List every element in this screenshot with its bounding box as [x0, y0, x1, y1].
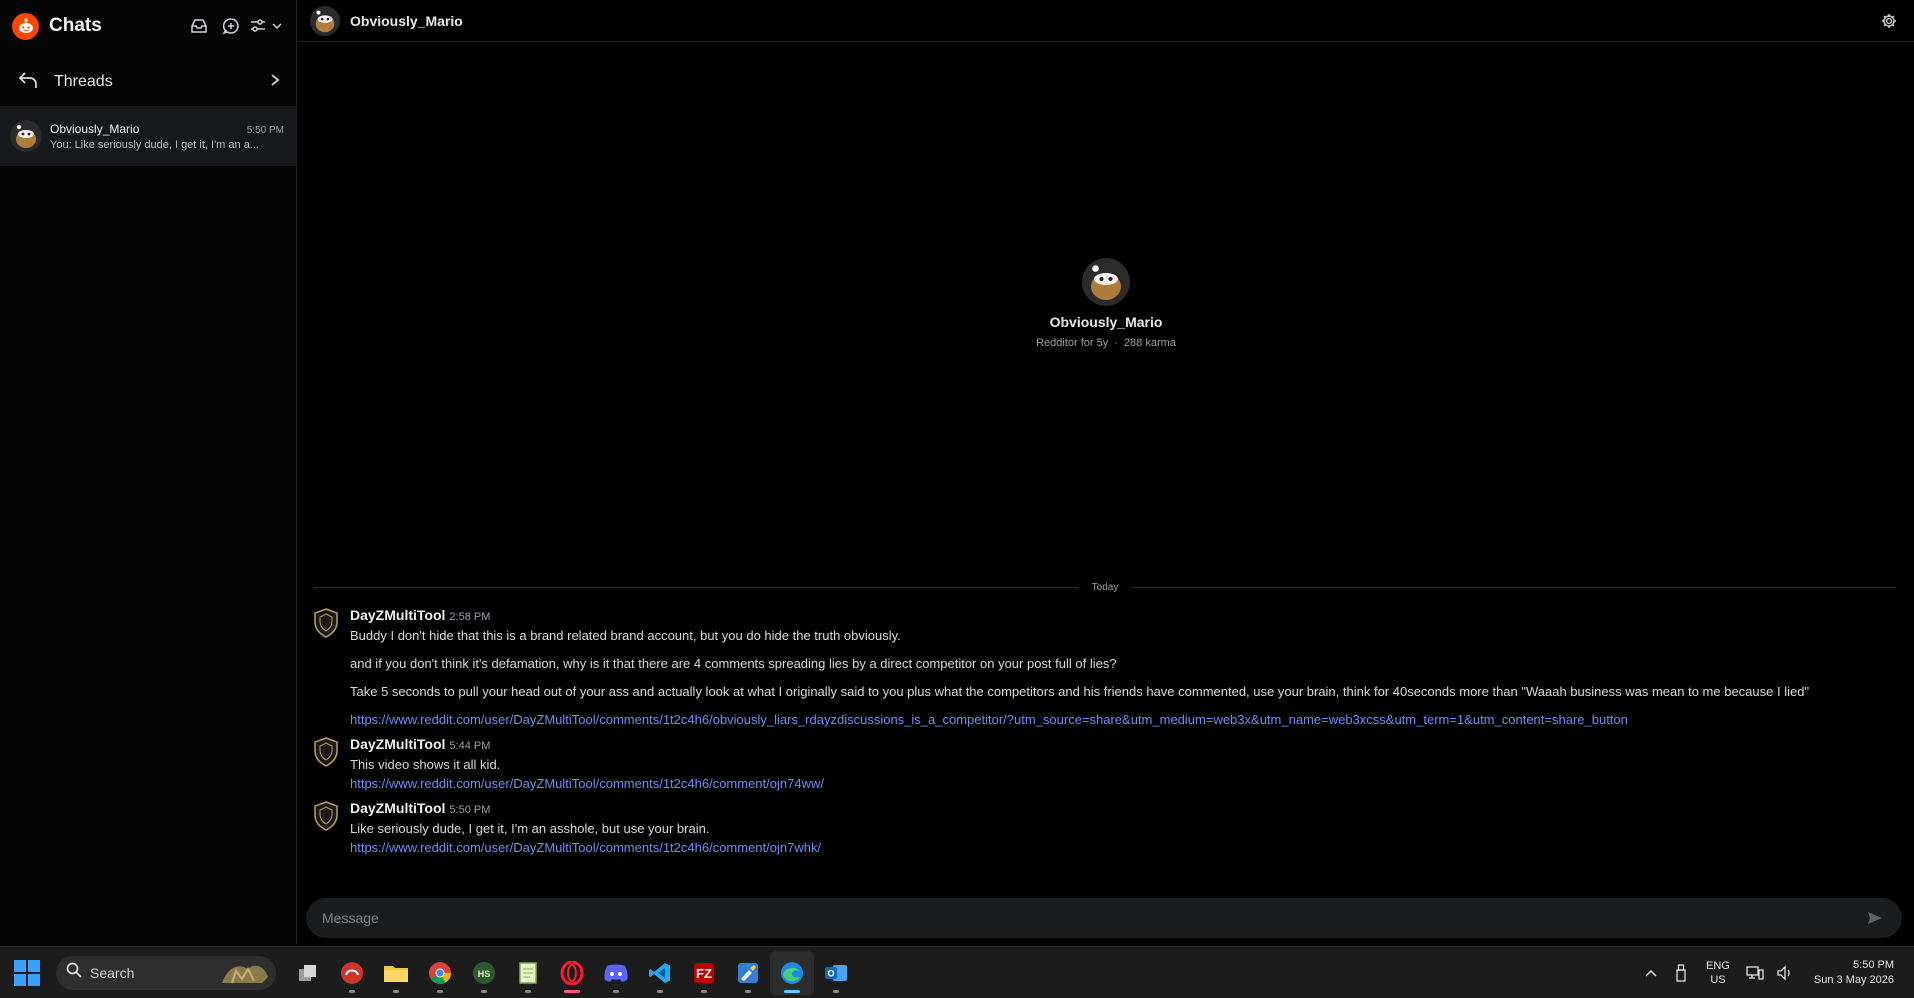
message-author[interactable]: DayZMultiTool	[350, 607, 445, 623]
message-time: 5:44 PM	[449, 740, 491, 752]
search-highlight-icon	[218, 959, 270, 987]
message-list: DayZMultiTool 2:58 PM Buddy I don't hide …	[312, 606, 1902, 863]
message-time: 5:50 PM	[449, 804, 491, 816]
date-divider: Today	[314, 578, 1896, 596]
system-tray: ENG US 5:50 PM Sun 3 May 2026	[1636, 947, 1914, 998]
chat-name: Obviously_Mario	[50, 121, 140, 136]
chevron-down-icon[interactable]	[270, 11, 284, 41]
teamspeak-icon[interactable]	[330, 951, 374, 995]
task-view-icon[interactable]	[286, 951, 330, 995]
start-button[interactable]	[14, 959, 40, 986]
avatar[interactable]	[310, 5, 340, 36]
usb-device-icon[interactable]	[1666, 958, 1696, 988]
message-text: Take 5 seconds to pull your head out of …	[350, 684, 1810, 699]
message-time: 2:58 PM	[449, 611, 491, 623]
region-code: US	[1710, 974, 1726, 986]
profile-info: Redditor for 5y · 288 karma	[298, 337, 1914, 349]
profile-karma: 288 karma	[1123, 337, 1176, 349]
svg-text:O: O	[827, 968, 834, 978]
svg-text:HS: HS	[478, 969, 491, 979]
message-text: Buddy I don't hide that this is a brand …	[350, 628, 901, 643]
svg-text:FZ: FZ	[696, 966, 712, 981]
chevron-up-icon[interactable]	[1636, 958, 1666, 988]
app-title: Chats	[49, 15, 102, 36]
profile-avatar[interactable]	[1082, 258, 1130, 306]
language-indicator[interactable]: ENG US	[1706, 959, 1730, 987]
chat-list-item[interactable]: Obviously_Mario 5:50 PM You: Like seriou…	[0, 106, 296, 166]
mark-read-icon[interactable]	[184, 11, 214, 41]
vscode-icon[interactable]	[638, 951, 682, 995]
date-divider-label: Today	[1091, 581, 1119, 593]
threads-nav[interactable]: Threads	[0, 58, 296, 106]
reddit-logo-icon[interactable]	[12, 12, 39, 40]
taskbar: Search HS FZ O ENG US 5:50 PM Sun 3 May …	[0, 946, 1914, 998]
message-author[interactable]: DayZMultiTool	[350, 736, 445, 752]
message-link[interactable]: https://www.reddit.com/user/DayZMultiToo…	[350, 838, 1902, 857]
chat-sidebar: Chats Threads Obviously_Mario 5:50 PM Yo…	[0, 0, 297, 944]
message-text: This video shows it all kid.	[350, 757, 501, 772]
sender-avatar[interactable]	[312, 608, 340, 638]
hs-app-icon[interactable]: HS	[462, 951, 506, 995]
sender-avatar[interactable]	[312, 801, 340, 831]
message-composer	[306, 898, 1902, 938]
clock-date: Sun 3 May 2026	[1813, 974, 1894, 986]
system-clock[interactable]: 5:50 PM Sun 3 May 2026	[1814, 958, 1894, 988]
back-arrow-icon[interactable]	[18, 71, 38, 94]
message: DayZMultiTool 5:50 PM Like seriously dude…	[312, 799, 1902, 857]
taskbar-search[interactable]: Search	[56, 955, 276, 990]
message-text: Like seriously dude, I get it, I'm an as…	[350, 821, 710, 836]
chevron-right-icon[interactable]	[270, 73, 280, 92]
message-author[interactable]: DayZMultiTool	[350, 800, 445, 816]
message-input[interactable]	[322, 910, 1864, 926]
sidebar-header: Chats	[0, 0, 296, 52]
send-icon[interactable]	[1864, 907, 1886, 929]
filezilla-icon[interactable]: FZ	[682, 951, 726, 995]
paint-icon[interactable]	[726, 951, 770, 995]
edge-icon[interactable]	[770, 950, 814, 995]
discord-icon[interactable]	[594, 951, 638, 995]
filter-icon[interactable]	[248, 11, 268, 41]
profile-name[interactable]: Obviously_Mario	[298, 314, 1914, 330]
chrome-icon[interactable]	[418, 951, 462, 995]
file-explorer-icon[interactable]	[374, 951, 418, 995]
chat-time: 5:50 PM	[246, 124, 284, 136]
search-icon	[66, 962, 82, 983]
network-icon[interactable]	[1740, 958, 1770, 988]
profile-age: Redditor for 5y	[1036, 337, 1109, 349]
clock-time: 5:50 PM	[1853, 959, 1894, 971]
search-label: Search	[90, 964, 135, 981]
profile-separator: ·	[1114, 337, 1118, 349]
message: DayZMultiTool 2:58 PM Buddy I don't hide …	[312, 606, 1902, 729]
profile-card: Obviously_Mario Redditor for 5y · 288 karm…	[298, 258, 1914, 349]
opera-icon[interactable]	[550, 951, 594, 995]
message: DayZMultiTool 5:44 PM This video shows it…	[312, 735, 1902, 793]
notepad-plus-plus-icon[interactable]	[506, 951, 550, 995]
outlook-icon[interactable]: O	[814, 951, 858, 995]
conversation-title[interactable]: Obviously_Mario	[350, 13, 1878, 29]
message-link[interactable]: https://www.reddit.com/user/DayZMultiToo…	[350, 774, 1902, 793]
message-link[interactable]: https://www.reddit.com/user/DayZMultiToo…	[350, 710, 1902, 729]
new-chat-icon[interactable]	[216, 11, 246, 41]
volume-icon[interactable]	[1770, 958, 1800, 988]
taskbar-apps: HS FZ O	[286, 950, 858, 995]
sender-avatar[interactable]	[312, 737, 340, 767]
language-code: ENG	[1706, 960, 1730, 972]
threads-label: Threads	[54, 73, 113, 90]
conversation-pane: Obviously_Mario Obviously_Mario Redditor…	[298, 0, 1914, 944]
message-text: and if you don't think it's defamation, …	[350, 656, 1117, 671]
gear-icon[interactable]	[1878, 10, 1900, 32]
avatar	[10, 120, 42, 152]
conversation-header: Obviously_Mario	[298, 0, 1914, 42]
chat-preview: You: Like seriously dude, I get it, I'm …	[50, 138, 259, 151]
